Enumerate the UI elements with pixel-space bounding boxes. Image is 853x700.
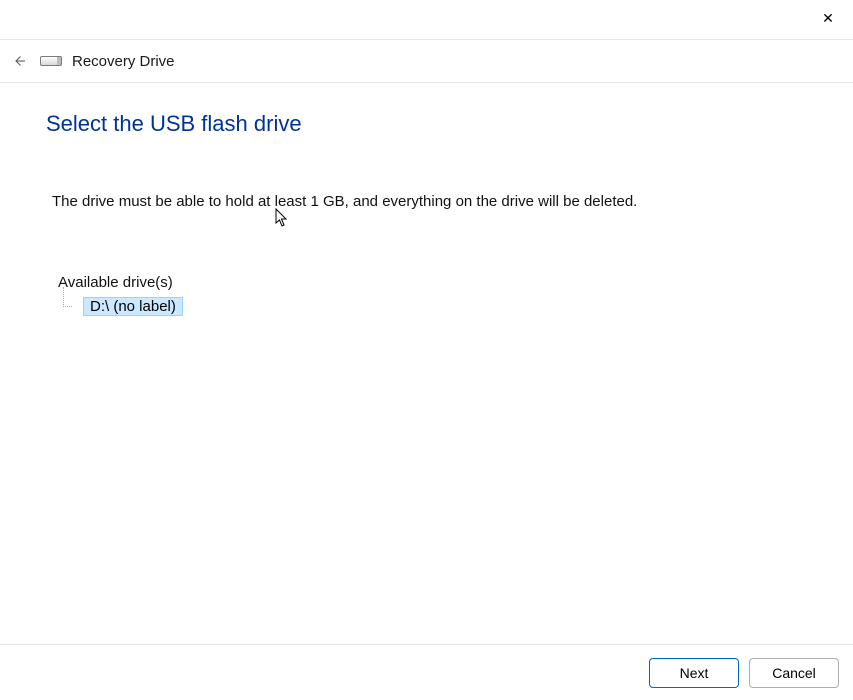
next-button[interactable]: Next — [649, 658, 739, 688]
instruction-text: The drive must be able to hold at least … — [52, 193, 813, 210]
close-icon — [822, 10, 834, 28]
drive-item[interactable]: D:\ (no label) — [83, 297, 183, 316]
cursor-icon — [275, 208, 289, 228]
back-button[interactable] — [4, 46, 34, 76]
wizard-content: Select the USB flash drive The drive mus… — [0, 83, 853, 644]
titlebar — [0, 0, 853, 39]
page-heading: Select the USB flash drive — [46, 111, 813, 137]
wizard-header: Recovery Drive — [0, 39, 853, 83]
close-button[interactable] — [805, 4, 851, 34]
cancel-button[interactable]: Cancel — [749, 658, 839, 688]
back-arrow-icon — [10, 52, 28, 70]
available-drives-label: Available drive(s) — [58, 274, 813, 291]
wizard-footer: Next Cancel — [0, 644, 853, 700]
drive-tree: D:\ (no label) — [72, 297, 813, 316]
drive-icon — [40, 56, 62, 66]
tree-connector-icon — [63, 287, 72, 307]
app-title: Recovery Drive — [72, 53, 175, 70]
